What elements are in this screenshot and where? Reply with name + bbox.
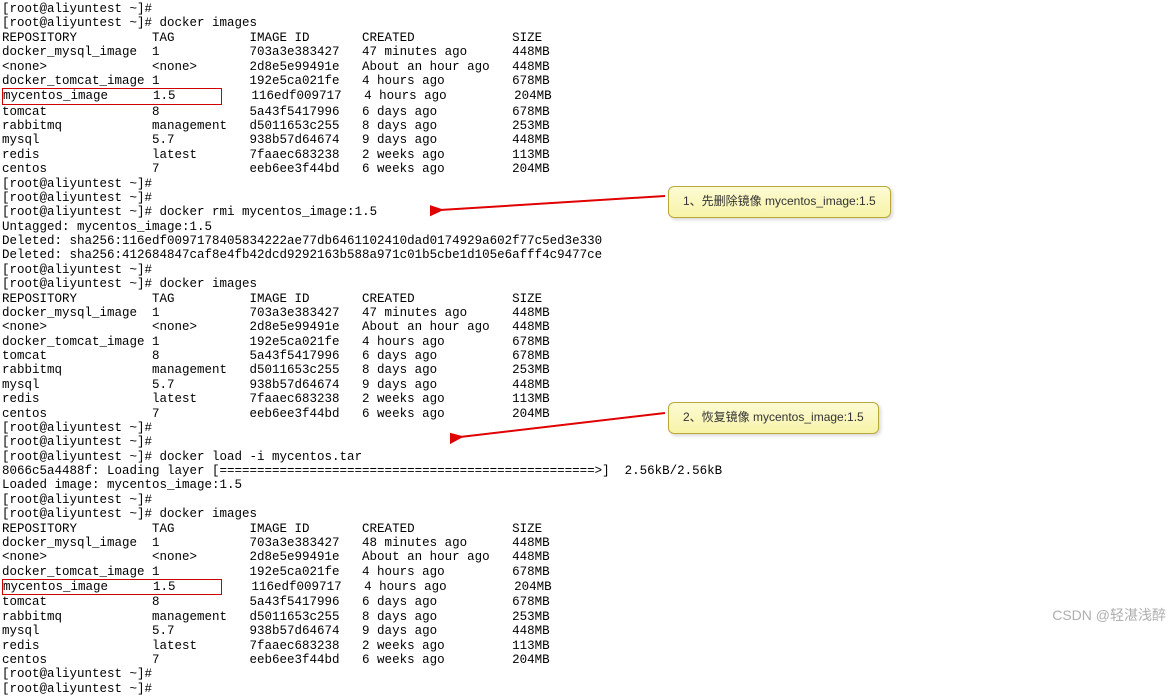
output-line: Deleted: sha256:116edf0097178405834222ae… xyxy=(2,234,1174,248)
prompt: [root@aliyuntest ~]# xyxy=(2,277,160,291)
prompt: [root@aliyuntest ~]# xyxy=(2,507,160,521)
table-header: REPOSITORY TAG IMAGE ID CREATED SIZE xyxy=(2,31,1174,45)
prompt: [root@aliyuntest ~]# xyxy=(2,16,160,30)
table-row: <none> <none> 2d8e5e99491e About an hour… xyxy=(2,60,1174,74)
table-row: tomcat 8 5a43f5417996 6 days ago 678MB xyxy=(2,595,1174,609)
command-docker-images: docker images xyxy=(160,16,258,30)
table-row: mysql 5.7 938b57d64674 9 days ago 448MB xyxy=(2,624,1174,638)
table-row: tomcat 8 5a43f5417996 6 days ago 678MB xyxy=(2,349,1174,363)
table-row: tomcat 8 5a43f5417996 6 days ago 678MB xyxy=(2,105,1174,119)
prompt: [root@aliyuntest ~]# xyxy=(2,177,160,191)
output-line: Untagged: mycentos_image:1.5 xyxy=(2,220,1174,234)
prompt: [root@aliyuntest ~]# xyxy=(2,682,160,696)
table-row-highlighted: mycentos_image 1.5 116edf009717 4 hours … xyxy=(2,88,1174,104)
table-row: docker_mysql_image 1 703a3e383427 48 min… xyxy=(2,536,1174,550)
table-row: docker_mysql_image 1 703a3e383427 47 min… xyxy=(2,45,1174,59)
table-row: redis latest 7faaec683238 2 weeks ago 11… xyxy=(2,639,1174,653)
command-docker-load: docker load -i mycentos.tar xyxy=(160,450,363,464)
callout-1: 1、先删除镜像 mycentos_image:1.5 xyxy=(668,186,891,218)
command-docker-images: docker images xyxy=(160,277,258,291)
prompt: [root@aliyuntest ~]# xyxy=(2,421,160,435)
highlight-mycentos: mycentos_image 1.5 xyxy=(2,88,222,104)
output-line: Deleted: sha256:412684847caf8e4fb42dcd92… xyxy=(2,248,1174,262)
highlight-mycentos: mycentos_image 1.5 xyxy=(2,579,222,595)
callout-2: 2、恢复镜像 mycentos_image:1.5 xyxy=(668,402,879,434)
table-row: docker_tomcat_image 1 192e5ca021fe 4 hou… xyxy=(2,74,1174,88)
prompt: [root@aliyuntest ~]# xyxy=(2,191,160,205)
table-row: redis latest 7faaec683238 2 weeks ago 11… xyxy=(2,148,1174,162)
terminal-output: [root@aliyuntest ~]# [root@aliyuntest ~]… xyxy=(2,2,1174,696)
table-row: docker_mysql_image 1 703a3e383427 47 min… xyxy=(2,306,1174,320)
table-row: docker_tomcat_image 1 192e5ca021fe 4 hou… xyxy=(2,565,1174,579)
table-row: docker_tomcat_image 1 192e5ca021fe 4 hou… xyxy=(2,335,1174,349)
prompt: [root@aliyuntest ~]# xyxy=(2,493,160,507)
table-row: centos 7 eeb6ee3f44bd 6 weeks ago 204MB xyxy=(2,162,1174,176)
table-row: centos 7 eeb6ee3f44bd 6 weeks ago 204MB xyxy=(2,407,1174,421)
prompt: [root@aliyuntest ~]# xyxy=(2,2,160,16)
prompt: [root@aliyuntest ~]# xyxy=(2,435,160,449)
prompt: [root@aliyuntest ~]# xyxy=(2,263,160,277)
table-row: rabbitmq management d5011653c255 8 days … xyxy=(2,363,1174,377)
table-row: mysql 5.7 938b57d64674 9 days ago 448MB xyxy=(2,133,1174,147)
table-row-highlighted: mycentos_image 1.5 116edf009717 4 hours … xyxy=(2,579,1174,595)
prompt: [root@aliyuntest ~]# xyxy=(2,667,160,681)
table-row: rabbitmq management d5011653c255 8 days … xyxy=(2,610,1174,624)
table-row: rabbitmq management d5011653c255 8 days … xyxy=(2,119,1174,133)
table-row: centos 7 eeb6ee3f44bd 6 weeks ago 204MB xyxy=(2,653,1174,667)
table-row: mysql 5.7 938b57d64674 9 days ago 448MB xyxy=(2,378,1174,392)
output-loaded-image: Loaded image: mycentos_image:1.5 xyxy=(2,478,1174,492)
table-header: REPOSITORY TAG IMAGE ID CREATED SIZE xyxy=(2,522,1174,536)
table-row: <none> <none> 2d8e5e99491e About an hour… xyxy=(2,550,1174,564)
command-docker-rmi: docker rmi mycentos_image:1.5 xyxy=(160,205,378,219)
output-loading-layer: 8066c5a4488f: Loading layer [===========… xyxy=(2,464,1174,478)
watermark: CSDN @轻湛浅醉 xyxy=(1052,607,1166,623)
table-row: redis latest 7faaec683238 2 weeks ago 11… xyxy=(2,392,1174,406)
table-row: <none> <none> 2d8e5e99491e About an hour… xyxy=(2,320,1174,334)
table-header: REPOSITORY TAG IMAGE ID CREATED SIZE xyxy=(2,292,1174,306)
command-docker-images: docker images xyxy=(160,507,258,521)
prompt: [root@aliyuntest ~]# xyxy=(2,205,160,219)
prompt: [root@aliyuntest ~]# xyxy=(2,450,160,464)
